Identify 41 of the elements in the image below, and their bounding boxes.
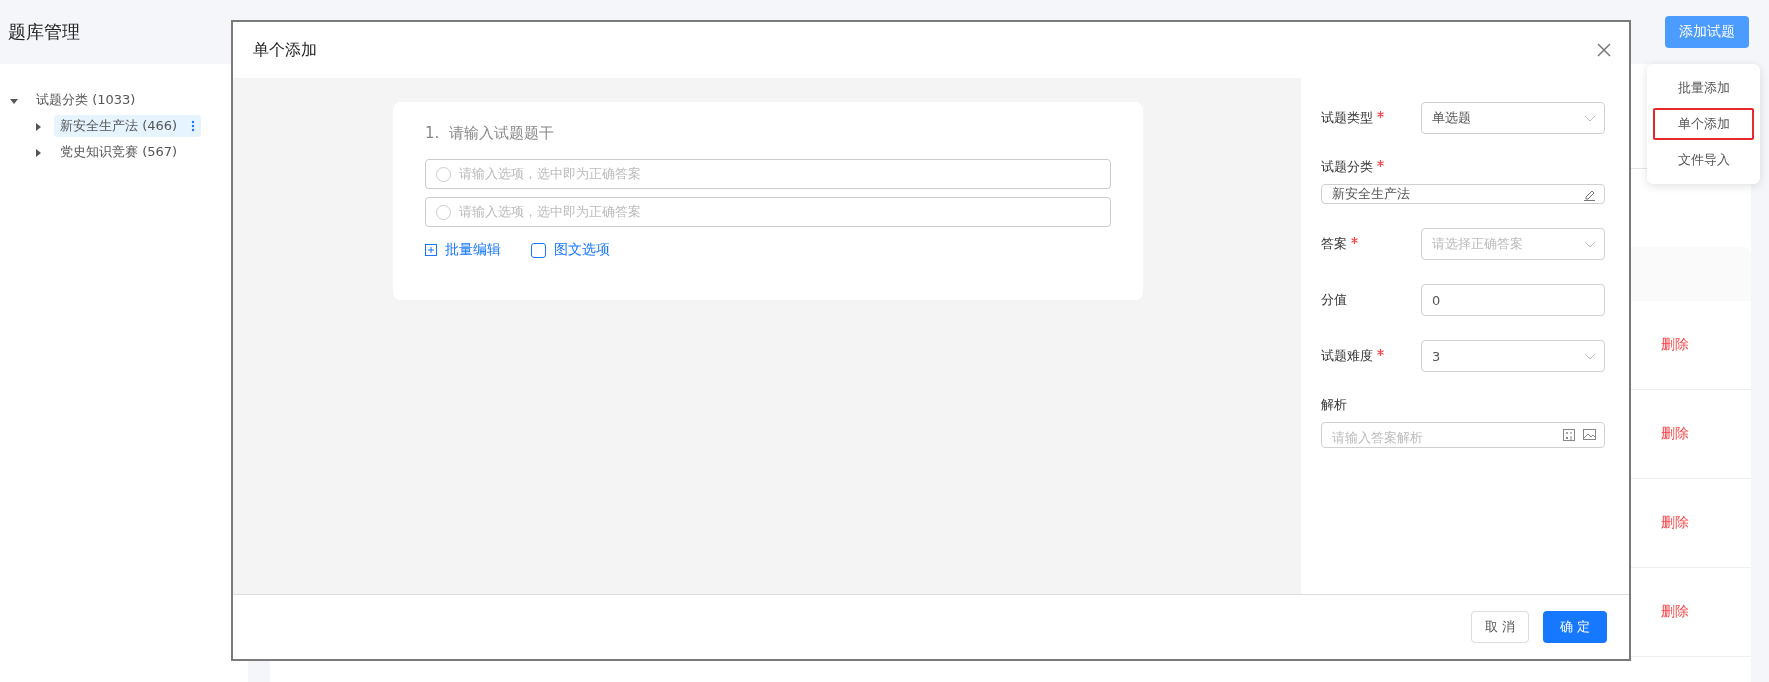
formula-icon[interactable] <box>1563 429 1575 441</box>
close-icon[interactable] <box>1597 43 1611 57</box>
field-label: 试题难度 <box>1321 347 1373 365</box>
delete-link[interactable]: 删除 <box>1661 336 1689 354</box>
field-label: 解析 <box>1321 396 1347 414</box>
question-stem-field[interactable]: 1. 请输入试题题干 <box>425 124 555 143</box>
chevron-down-icon <box>1584 352 1596 360</box>
chevron-down-icon <box>1584 114 1596 122</box>
batch-edit-link[interactable]: 批量编辑 <box>425 241 501 259</box>
menu-item[interactable]: 批量添加 <box>1653 72 1754 104</box>
delete-link[interactable]: 删除 <box>1661 603 1689 621</box>
delete-link[interactable]: 删除 <box>1661 514 1689 532</box>
more-icon[interactable] <box>191 120 196 132</box>
image-icon[interactable] <box>1583 429 1596 440</box>
radio-icon[interactable] <box>436 204 451 220</box>
select-field[interactable]: 单选题 <box>1421 102 1605 134</box>
delete-link[interactable]: 删除 <box>1661 425 1689 443</box>
caret-right-icon[interactable] <box>34 149 42 157</box>
menu-item[interactable]: 文件导入 <box>1653 144 1754 176</box>
caret-down-icon[interactable] <box>10 97 18 105</box>
cancel-button[interactable]: 取 消 <box>1471 611 1529 643</box>
dialog-title: 单个添加 <box>253 39 317 61</box>
add-question-button[interactable]: 添加试题 <box>1665 16 1749 48</box>
menu-item[interactable]: 单个添加 <box>1653 108 1754 140</box>
page-title: 题库管理 <box>8 20 80 44</box>
field-label: 试题分类 <box>1321 158 1373 176</box>
field-label: 答案 <box>1321 235 1347 253</box>
tree-item[interactable]: 新安全生产法 (466) <box>54 115 202 137</box>
field-label: 分值 <box>1321 291 1347 309</box>
confirm-button[interactable]: 确 定 <box>1543 611 1607 643</box>
input-field[interactable]: 新安全生产法 <box>1321 184 1605 204</box>
chevron-down-icon <box>1584 240 1596 248</box>
select-field[interactable]: 3 <box>1421 340 1605 372</box>
input-field[interactable]: 0 <box>1421 284 1605 316</box>
plus-square-icon <box>425 244 437 256</box>
caret-right-icon[interactable] <box>34 123 42 131</box>
image-option-checkbox[interactable]: 图文选项 <box>531 241 610 259</box>
radio-icon[interactable] <box>436 166 451 182</box>
tree-item[interactable]: 党史知识竞赛 (567) <box>54 141 184 163</box>
field-label: 试题类型 <box>1321 109 1373 127</box>
tree-item[interactable]: 试题分类 (1033) <box>30 89 142 111</box>
